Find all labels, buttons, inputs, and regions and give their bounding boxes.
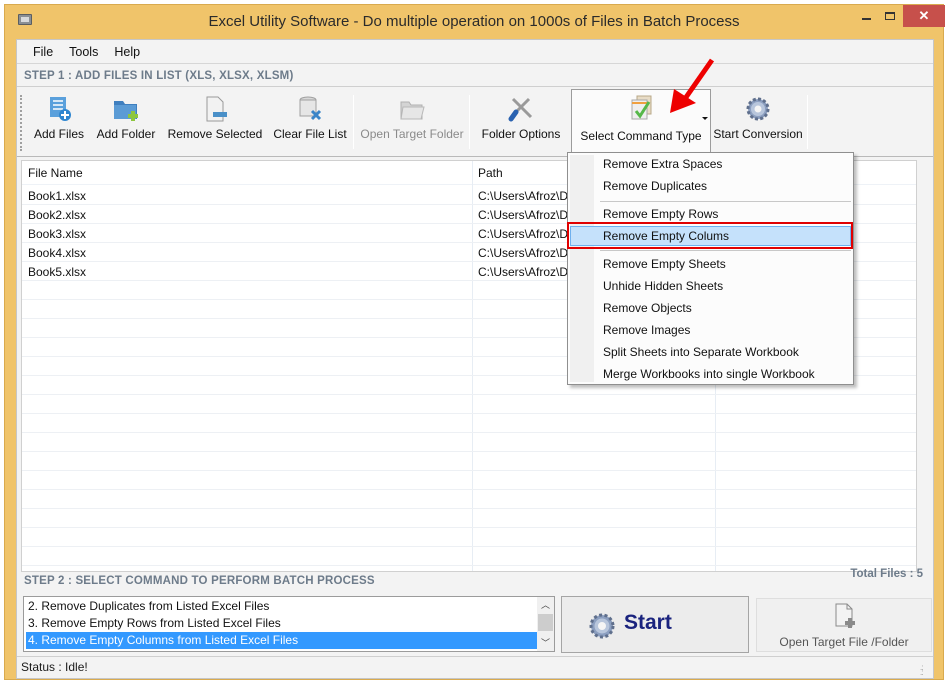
toolbar-separator <box>353 95 354 149</box>
maximize-button[interactable] <box>879 5 901 27</box>
file-name-cell[interactable]: Book4.xlsx <box>28 246 86 260</box>
path-cell[interactable]: C:\Users\Afroz\De <box>478 189 574 203</box>
row-divider <box>22 527 916 528</box>
toolbar-separator <box>469 95 470 149</box>
menu-item-split-sheets[interactable]: Split Sheets into Separate Workbook <box>570 342 851 362</box>
minimize-button[interactable] <box>855 5 877 27</box>
tools-icon <box>508 97 533 122</box>
add-folder-icon <box>114 101 138 121</box>
file-name-cell[interactable]: Book3.xlsx <box>28 227 86 241</box>
toolbar: Add Files Add Folder Remove Selected Cle… <box>17 89 933 157</box>
menu-item-remove-objects[interactable]: Remove Objects <box>570 298 851 318</box>
toolbar-grip[interactable] <box>20 95 23 151</box>
scroll-up-icon[interactable]: ︿ <box>537 597 554 613</box>
path-cell[interactable]: C:\Users\Afroz\De <box>478 227 574 241</box>
open-folder-icon <box>400 101 425 120</box>
checklist-icon <box>631 95 652 120</box>
command-list[interactable]: 2. Remove Duplicates from Listed Excel F… <box>23 596 555 652</box>
row-divider <box>22 565 916 566</box>
menu-item-remove-empty-rows[interactable]: Remove Empty Rows <box>570 204 851 224</box>
row-divider <box>22 432 916 433</box>
menu-item-remove-images[interactable]: Remove Images <box>570 320 851 340</box>
row-divider <box>22 508 916 509</box>
file-name-cell[interactable]: Book2.xlsx <box>28 208 86 222</box>
red-arrow-annotation-icon <box>670 58 715 113</box>
row-divider <box>22 413 916 414</box>
gear-icon <box>746 97 770 121</box>
add-document-icon <box>835 603 855 628</box>
status-text: Status : Idle! <box>21 660 88 674</box>
clear-file-list-label: Clear File List <box>273 127 347 141</box>
clear-file-list-button[interactable]: Clear File List <box>271 91 349 153</box>
path-cell[interactable]: C:\Users\Afroz\De <box>478 208 574 222</box>
row-divider <box>22 394 916 395</box>
title-bar[interactable]: Excel Utility Software - Do multiple ope… <box>5 5 945 37</box>
add-files-button[interactable]: Add Files <box>29 91 89 153</box>
folder-options-button[interactable]: Folder Options <box>475 91 567 153</box>
step1-header: STEP 1 : ADD FILES IN LIST (XLS, XLSX, X… <box>17 65 933 87</box>
total-files-count: Total Files : 5 <box>850 568 923 580</box>
step2-header: STEP 2 : SELECT COMMAND TO PERFORM BATCH… <box>24 575 375 587</box>
resize-grip-icon[interactable]: .:.: <box>920 664 930 677</box>
menu-bar: File Tools Help <box>17 40 933 64</box>
minimize-icon <box>861 18 871 20</box>
column-header-file-name[interactable]: File Name <box>28 166 83 180</box>
open-target-folder-label: Open Target Folder <box>360 127 464 141</box>
row-divider <box>22 470 916 471</box>
command-list-item[interactable]: 2. Remove Duplicates from Listed Excel F… <box>26 598 537 615</box>
command-list-scrollbar[interactable]: ︿ ﹀ <box>537 597 554 651</box>
menu-help[interactable]: Help <box>114 45 140 59</box>
scroll-thumb[interactable] <box>538 614 553 631</box>
menu-file[interactable]: File <box>33 45 53 59</box>
open-target-label: Open Target File /Folder <box>779 635 909 649</box>
file-name-cell[interactable]: Book5.xlsx <box>28 265 86 279</box>
remove-file-icon <box>206 96 227 122</box>
start-label: Start <box>624 611 672 634</box>
file-name-cell[interactable]: Book1.xlsx <box>28 189 86 203</box>
row-divider <box>22 489 916 490</box>
row-divider <box>22 546 916 547</box>
status-bar: Status : Idle! .:.: <box>17 656 933 678</box>
start-conversion-label: Start Conversion <box>713 127 803 141</box>
menu-separator <box>600 250 851 251</box>
highlight-annotation-box <box>567 222 853 249</box>
add-files-icon <box>50 97 71 121</box>
command-type-dropdown-menu: Remove Extra Spaces Remove Duplicates Re… <box>567 152 854 385</box>
remove-selected-label: Remove Selected <box>167 127 263 141</box>
menu-item-merge-workbooks[interactable]: Merge Workbooks into single Workbook <box>570 364 851 384</box>
start-button[interactable]: Start <box>561 596 749 653</box>
start-conversion-button[interactable]: Start Conversion <box>713 91 803 153</box>
path-cell[interactable]: C:\Users\Afroz\De <box>478 246 574 260</box>
close-button[interactable]: ✕ <box>903 5 945 27</box>
column-header-path[interactable]: Path <box>478 166 503 180</box>
maximize-icon <box>885 12 895 20</box>
path-cell[interactable]: C:\Users\Afroz\De <box>478 265 574 279</box>
select-command-type-label: Select Command Type <box>580 129 702 143</box>
clear-list-icon <box>299 96 322 121</box>
add-files-label: Add Files <box>33 127 85 141</box>
menu-item-remove-empty-sheets[interactable]: Remove Empty Sheets <box>570 254 851 274</box>
menu-item-unhide-hidden-sheets[interactable]: Unhide Hidden Sheets <box>570 276 851 296</box>
command-list-item[interactable]: 3. Remove Empty Rows from Listed Excel F… <box>26 615 537 632</box>
open-target-folder-button[interactable]: Open Target Folder <box>359 91 465 153</box>
toolbar-separator <box>807 95 808 149</box>
menu-separator <box>600 201 851 202</box>
row-divider <box>22 451 916 452</box>
add-folder-label: Add Folder <box>96 127 156 141</box>
open-target-file-folder-button[interactable]: Open Target File /Folder <box>756 598 932 652</box>
folder-options-label: Folder Options <box>481 127 561 141</box>
close-icon: ✕ <box>918 8 930 23</box>
scroll-down-icon[interactable]: ﹀ <box>537 635 554 651</box>
menu-item-remove-duplicates[interactable]: Remove Duplicates <box>570 176 851 196</box>
menu-item-remove-extra-spaces[interactable]: Remove Extra Spaces <box>570 154 851 174</box>
column-divider <box>916 161 917 571</box>
command-list-item-selected[interactable]: 4. Remove Empty Columns from Listed Exce… <box>26 632 537 649</box>
remove-selected-button[interactable]: Remove Selected <box>165 91 265 153</box>
window-title: Excel Utility Software - Do multiple ope… <box>208 13 740 30</box>
gear-icon <box>589 613 615 639</box>
menu-tools[interactable]: Tools <box>69 45 98 59</box>
add-folder-button[interactable]: Add Folder <box>93 91 159 153</box>
